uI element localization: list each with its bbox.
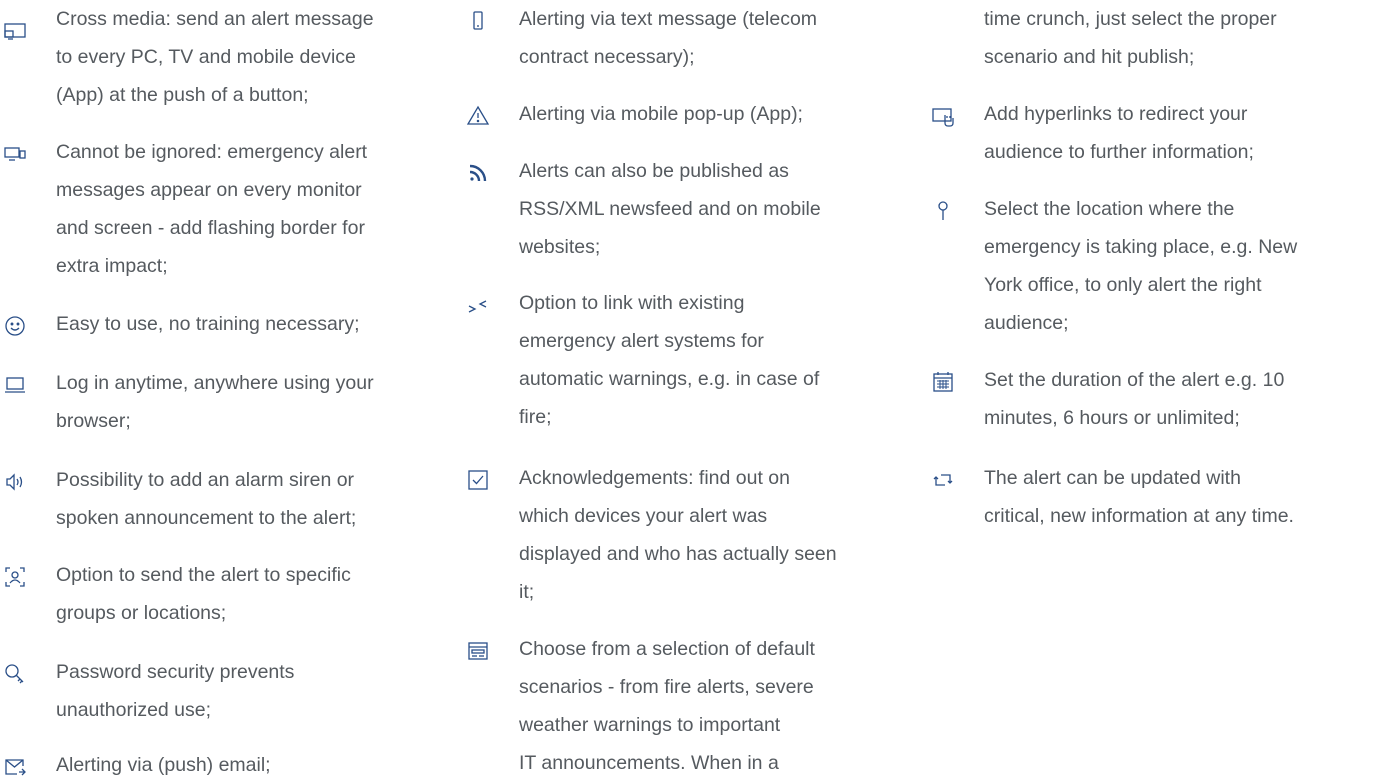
feature-text: Password security prevents unauthorized … [56, 661, 295, 721]
user-target-icon [0, 562, 30, 592]
feature-text: Choose from a selection of default scena… [519, 638, 815, 774]
feature-text: Alerting via (push) email; [56, 754, 271, 776]
feature-text: Option to link with existing emergency a… [519, 292, 820, 428]
email-icon [0, 752, 30, 782]
multi-screen-icon [0, 139, 30, 169]
speaker-icon [0, 467, 30, 497]
monitor-screen-icon [0, 16, 30, 46]
checkbox-icon [463, 465, 493, 495]
feature-text: Alerts can also be published as RSS/XML … [519, 160, 821, 258]
feature-text: Select the location where the emergency … [984, 198, 1298, 334]
feature-text: time crunch, just select the proper scen… [984, 8, 1277, 68]
template-icon [463, 636, 493, 666]
feature-text: Log in anytime, anywhere using your brow… [56, 372, 374, 432]
feature-text: Cannot be ignored: emergency alert messa… [56, 141, 368, 277]
hyperlink-click-icon [928, 101, 958, 131]
warning-triangle-icon [463, 101, 493, 131]
feature-text: Cross media: send an alert message to ev… [56, 8, 374, 106]
rss-icon [463, 158, 493, 188]
feature-text: Acknowledgements: find out on which devi… [519, 467, 837, 603]
feature-text: Alerting via text message (telecom contr… [519, 8, 818, 68]
feature-text: Add hyperlinks to redirect your audience… [984, 103, 1254, 163]
mobile-phone-icon [463, 6, 493, 36]
feature-text: Set the duration of the alert e.g. 10 mi… [984, 369, 1285, 429]
feature-text: Option to send the alert to specific gro… [56, 564, 351, 624]
calendar-icon [928, 367, 958, 397]
feature-text: The alert can be updated with critical, … [984, 467, 1294, 527]
laptop-icon [0, 370, 30, 400]
link-arrows-icon [463, 292, 493, 322]
key-icon [0, 659, 30, 689]
refresh-arrows-icon [928, 465, 958, 495]
feature-text: Possibility to add an alarm siren or spo… [56, 469, 357, 529]
feature-text: Easy to use, no training necessary; [56, 313, 360, 335]
location-pin-icon [928, 196, 958, 226]
feature-text: Alerting via mobile pop-up (App); [519, 103, 803, 125]
smiley-icon [0, 311, 30, 341]
